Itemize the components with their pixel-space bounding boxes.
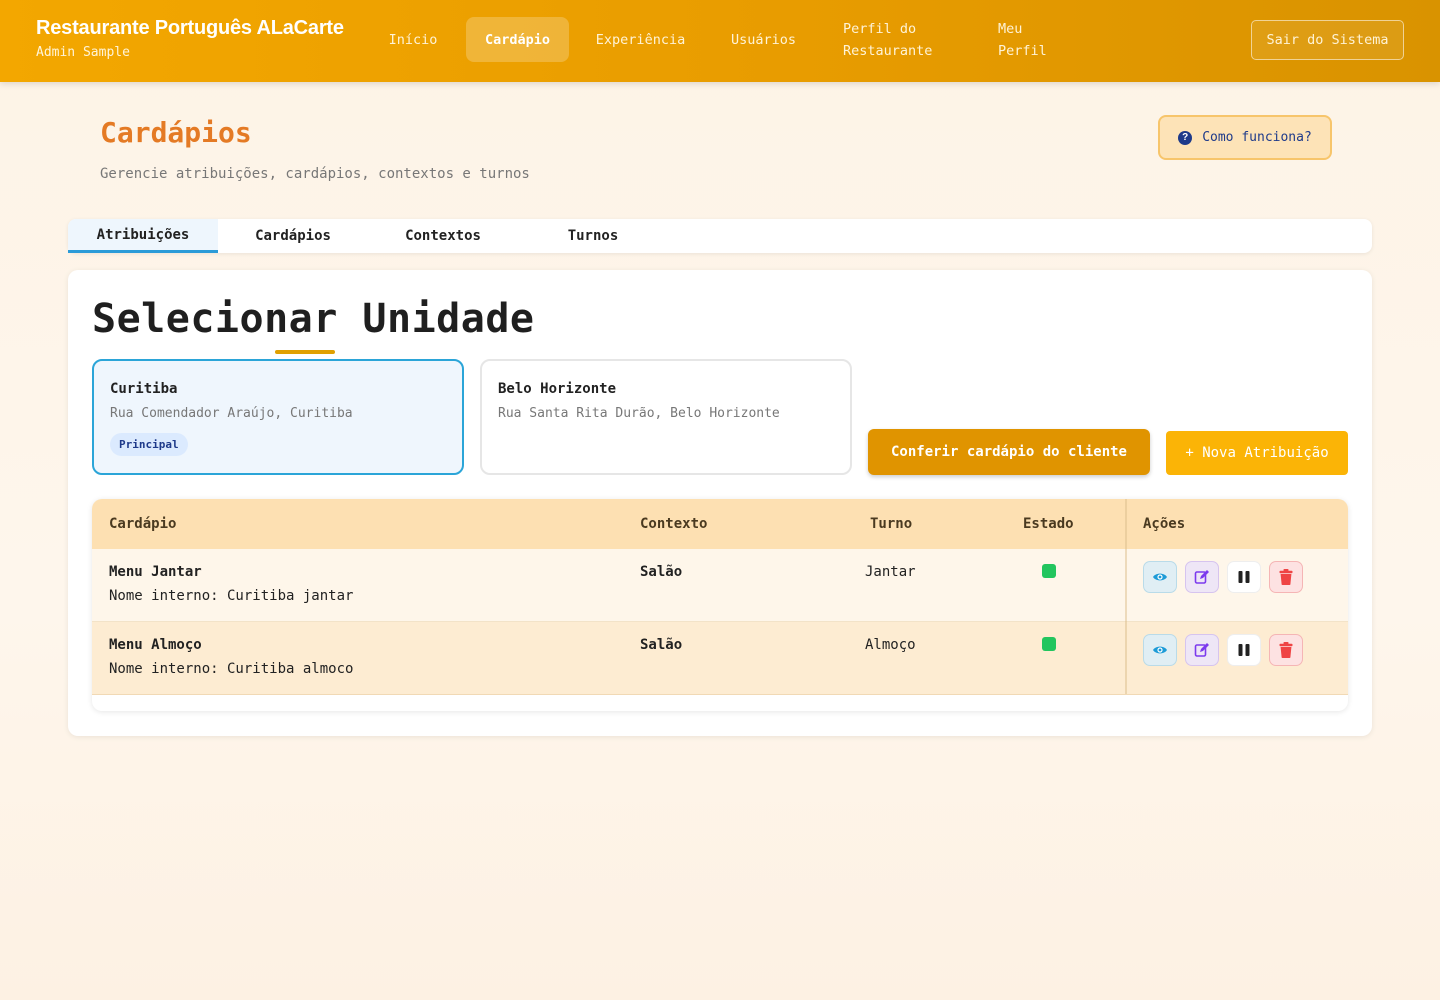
menu-name: Menu Jantar [109,564,202,580]
actions-column-divider [1125,499,1127,694]
table-row: Menu Almoço Nome interno: Curitiba almoc… [92,622,1348,695]
nav-item-cardapio[interactable]: Cardápio [466,17,569,62]
view-button[interactable] [1143,634,1177,666]
table-header: Cardápio Contexto Turno Estado Ações [92,499,1348,549]
pause-icon [1238,644,1250,656]
trash-icon [1279,569,1293,585]
section-title: Selecionar Unidade [92,296,535,342]
menu-shift: Jantar [865,564,916,580]
table-row: Menu Jantar Nome interno: Curitiba janta… [92,549,1348,622]
menu-internal-name: Nome interno: Curitiba almoco [109,661,354,677]
view-button[interactable] [1143,561,1177,593]
status-active-indicator [1042,637,1056,651]
top-navbar: Restaurante Português ALaCarte Admin Sam… [0,0,1440,82]
pause-button[interactable] [1227,561,1261,593]
page-subtitle: Gerencie atribuições, cardápios, context… [100,166,530,182]
column-header-contexto: Contexto [640,516,708,532]
edit-icon [1194,643,1209,657]
menu-context: Salão [640,637,683,653]
client-menu-button[interactable]: Conferir cardápio do cliente [868,429,1150,475]
tab-contextos[interactable]: Contextos [368,219,518,253]
column-header-acoes: Ações [1143,516,1186,532]
unit-card-belo-horizonte[interactable]: Belo Horizonte Rua Santa Rita Durão, Bel… [480,359,852,475]
unit-address: Rua Santa Rita Durão, Belo Horizonte [498,406,780,421]
eye-icon [1153,573,1167,581]
brand-subtitle: Admin Sample [36,45,130,60]
column-header-turno: Turno [870,516,913,532]
brand-title: Restaurante Português ALaCarte [36,17,344,39]
edit-icon [1194,570,1209,584]
menu-name: Menu Almoço [109,637,202,653]
tab-atribuicoes[interactable]: Atribuições [68,219,218,253]
delete-button[interactable] [1269,561,1303,593]
pause-button[interactable] [1227,634,1261,666]
nav-item-meu-perfil[interactable]: Meu Perfil [998,17,1058,62]
unit-card-curitiba[interactable]: Curitiba Rua Comendador Araújo, Curitiba… [92,359,464,475]
title-underline [275,350,335,354]
delete-button[interactable] [1269,634,1303,666]
nav-item-usuarios[interactable]: Usuários [716,17,811,62]
column-header-estado: Estado [1023,516,1074,532]
new-assignment-button[interactable]: + Nova Atribuição [1166,431,1348,475]
page-title: Cardápios [100,116,252,149]
unit-address: Rua Comendador Araújo, Curitiba [110,406,353,421]
brand[interactable]: Restaurante Português ALaCarte Admin Sam… [36,17,344,60]
unit-name: Curitiba [110,381,178,397]
nav-item-inicio[interactable]: Início [374,17,452,62]
menu-context: Salão [640,564,683,580]
tab-bar: Atribuições Cardápios Contextos Turnos [68,219,1372,253]
help-button-label: Como funciona? [1202,130,1312,145]
logout-button[interactable]: Sair do Sistema [1251,20,1404,60]
eye-icon [1153,646,1167,654]
principal-badge: Principal [110,433,188,456]
help-button[interactable]: ? Como funciona? [1158,115,1332,160]
unit-name: Belo Horizonte [498,381,617,397]
question-circle-icon: ? [1178,130,1193,145]
nav-item-experiencia[interactable]: Experiência [583,17,698,62]
status-active-indicator [1042,564,1056,578]
column-header-cardapio: Cardápio [109,516,177,532]
menu-internal-name: Nome interno: Curitiba jantar [109,588,354,604]
assignments-table: Cardápio Contexto Turno Estado Ações Men… [92,499,1348,711]
tab-cardapios[interactable]: Cardápios [218,219,368,253]
menu-shift: Almoço [865,637,916,653]
edit-button[interactable] [1185,561,1219,593]
nav-item-perfil-restaurante[interactable]: Perfil do Restaurante [843,17,953,62]
trash-icon [1279,642,1293,658]
tab-turnos[interactable]: Turnos [518,219,668,253]
edit-button[interactable] [1185,634,1219,666]
pause-icon [1238,571,1250,583]
